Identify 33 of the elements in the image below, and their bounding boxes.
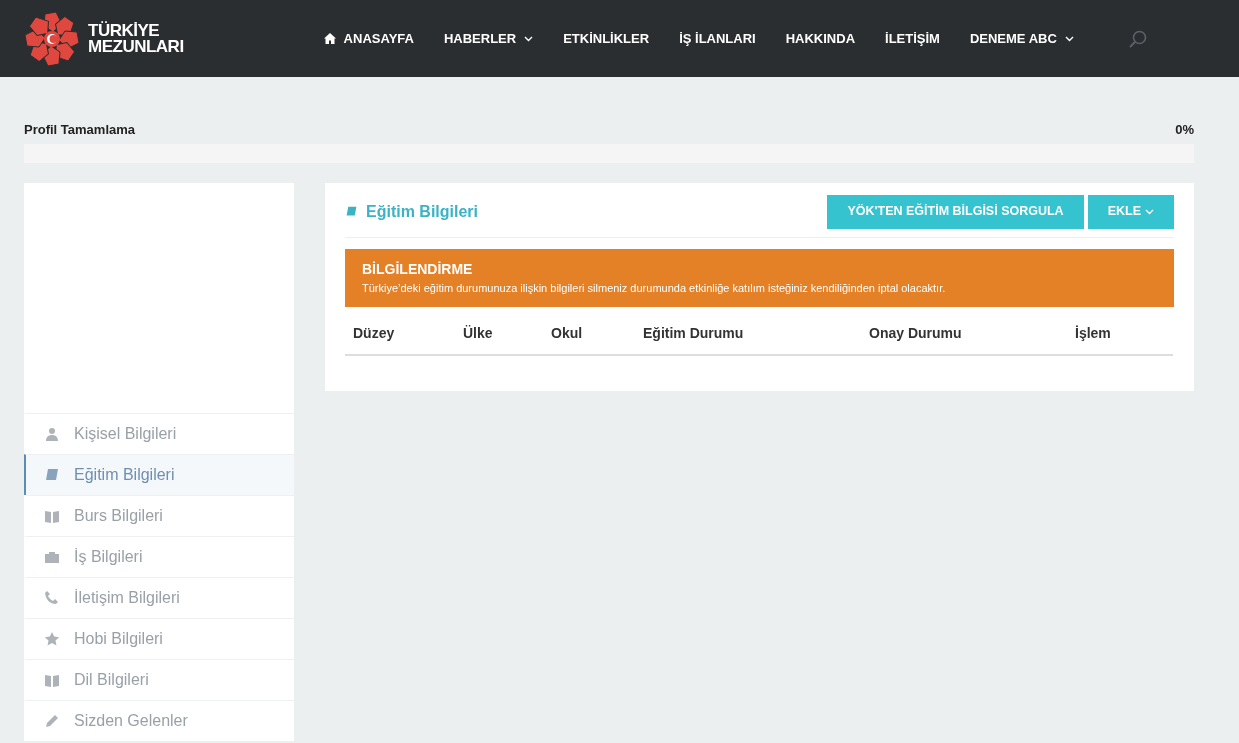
flower-logo-icon: [24, 10, 80, 67]
caret-icon: [1145, 208, 1154, 215]
column-header: Okul: [543, 313, 635, 356]
action-button[interactable]: YÖK'TEN EĞİTİM BİLGİSİ SORGULA: [827, 194, 1084, 229]
nav-link[interactable]: HAKKINDA: [785, 28, 856, 49]
panel-title: Eğitim Bilgileri: [366, 201, 478, 222]
column-header: Onay Durumu: [861, 313, 1067, 356]
action-button[interactable]: EKLE: [1087, 194, 1174, 229]
progress-label: Profil Tamamlama: [24, 121, 136, 139]
nav-link[interactable]: İŞ İLANLARI: [679, 28, 756, 49]
search-button[interactable]: [1128, 28, 1147, 49]
column-header: Eğitim Durumu: [635, 313, 861, 356]
nav-link[interactable]: HABERLER: [443, 28, 534, 49]
pencil-icon: [44, 712, 60, 729]
caret-icon: [1064, 35, 1074, 42]
home-icon: [323, 33, 336, 44]
nav-link[interactable]: ANASAYFA: [323, 28, 414, 49]
nav-link[interactable]: DENEME ABC: [969, 28, 1074, 49]
column-header: Düzey: [345, 313, 455, 356]
brand-name: TÜRKİYE: [88, 22, 161, 39]
phone-icon: [44, 589, 60, 606]
brand-name: MEZUNLARI: [88, 38, 184, 55]
notice-title: BİLGİLENDİRME: [362, 259, 474, 279]
caret-icon: [524, 35, 534, 42]
progress-value: 0%: [1175, 121, 1194, 139]
nav-link[interactable]: İLETİŞİM: [885, 28, 940, 49]
column-header: Ülke: [455, 313, 543, 356]
column-header: İşlem: [1067, 313, 1173, 356]
star-icon: [44, 630, 60, 647]
nav-link[interactable]: ETKİNLİKLER: [563, 28, 650, 49]
notice-text: Türkiye’deki eğitim durumunuza ilişkin bilgileri silmeniz durumunda etkinliğe katılım isteğiniz kendiliğinden iptal olacaktır.: [362, 280, 947, 296]
person-icon: [44, 425, 60, 442]
sidebar-item[interactable]: Eğitim Bilgileri: [24, 453, 294, 495]
